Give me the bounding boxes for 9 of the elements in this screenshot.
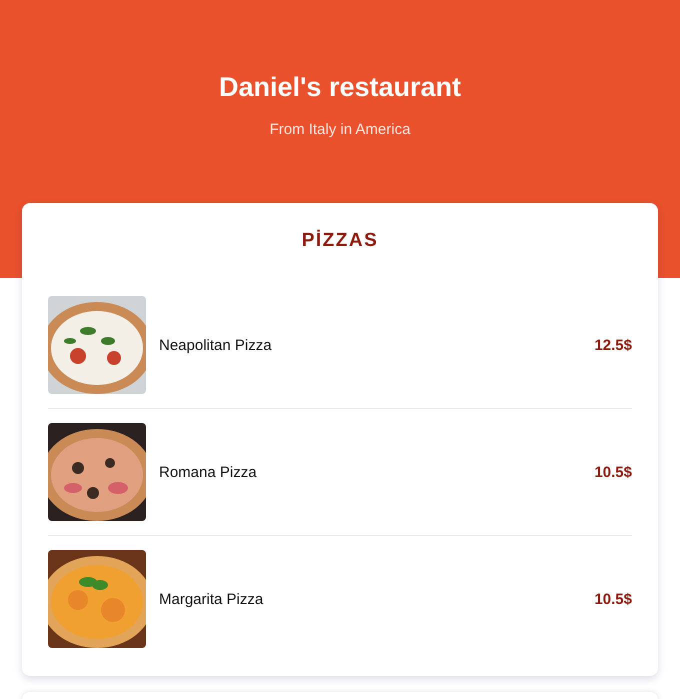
restaurant-subtitle: From Italy in America [270,121,410,138]
dish-name: Margarita Pizza [159,590,264,608]
dish-price: 10.5$ [594,464,632,480]
restaurant-title: Daniel's restaurant [218,72,461,103]
dish-price: 12.5$ [594,336,632,354]
dish-price: 10.5$ [594,590,632,608]
dish-name: Romana Pizza [159,464,258,480]
dish-name: Neapolitan Pizza [159,336,273,354]
section-title: PİZZAS [300,228,380,252]
